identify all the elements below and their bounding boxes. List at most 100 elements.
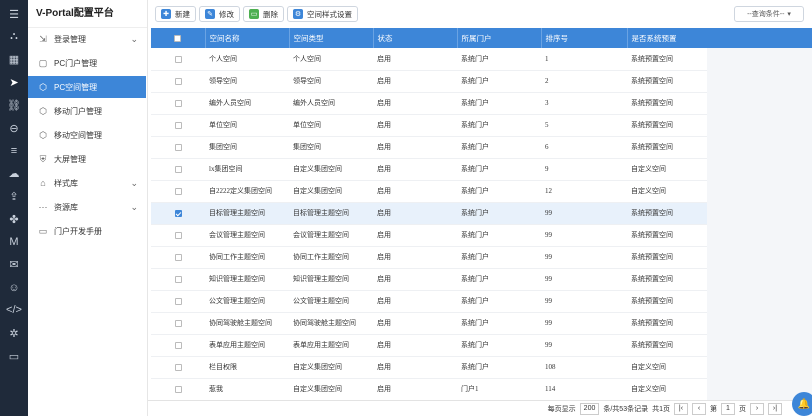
table-row[interactable]: lx集团空间 自定义集团空间 启用 系统门户 9 自定义空间	[151, 158, 707, 181]
checkbox-icon	[174, 99, 182, 107]
row-checkbox[interactable]	[151, 202, 205, 225]
sidebar-item[interactable]: ⛨ 大屏管理	[28, 148, 146, 170]
row-checkbox[interactable]	[151, 268, 205, 291]
send-icon[interactable]: ➤	[0, 71, 28, 93]
table-row[interactable]: 会议管理主题空间 会议管理主题空间 启用 系统门户 99 系统预置空间	[151, 224, 707, 247]
table-row[interactable]: 自2222定义集团空间 自定义集团空间 启用 系统门户 12 自定义空间	[151, 180, 707, 203]
row-checkbox[interactable]	[151, 70, 205, 93]
table-row[interactable]: 协同驾驶舱主题空间 协同驾驶舱主题空间 启用 系统门户 99 系统预置空间	[151, 312, 707, 335]
chevron-down-icon: ▾	[787, 11, 791, 18]
table-cell: 协同驾驶舱主题空间	[205, 312, 289, 335]
sidebar-item[interactable]: ▢ PC门户管理	[28, 52, 146, 74]
cube-icon: ⬡	[39, 81, 47, 92]
column-header[interactable]: 空间类型	[289, 28, 374, 48]
code-icon[interactable]: </>	[0, 299, 28, 321]
sitemap-icon[interactable]: ⛬	[0, 26, 28, 48]
sidebar-item[interactable]: ⋯ 资源库 ⌄	[28, 196, 146, 218]
monitor-icon[interactable]: ▭	[0, 345, 28, 367]
row-checkbox[interactable]	[151, 334, 205, 357]
table-cell: 自定义集团空间	[289, 356, 373, 379]
checkbox-icon	[174, 275, 182, 283]
last-page-button[interactable]: ›|	[768, 402, 782, 415]
sidebar-item[interactable]: ⌂ 样式库 ⌄	[28, 172, 146, 194]
table-cell: 系统预置空间	[627, 334, 707, 357]
robot-icon[interactable]: ☺	[0, 277, 28, 299]
per-page-input[interactable]: 200	[579, 402, 600, 415]
new-icon: ✚	[161, 9, 171, 19]
m-icon[interactable]: M	[0, 231, 28, 253]
sidebar-item[interactable]: ⬡ 移动门户管理	[28, 100, 146, 122]
sidebar-item[interactable]: ▭ 门户开发手册	[28, 220, 146, 242]
column-header[interactable]: 排序号	[541, 28, 628, 48]
table-cell: 会议管理主题空间	[289, 224, 373, 247]
table-cell: 自定义空间	[627, 158, 707, 181]
row-checkbox[interactable]	[151, 378, 205, 400]
minus-circle-icon[interactable]: ⊖	[0, 117, 28, 139]
sidebar-item[interactable]: ⬡ PC空间管理	[28, 76, 146, 98]
table-cell: 3	[541, 92, 627, 115]
sidebar-item[interactable]: ⬡ 移动空间管理	[28, 124, 146, 146]
layout-icon[interactable]: ▦	[0, 49, 28, 71]
layers-icon[interactable]: ≡	[0, 140, 28, 162]
page-number-input[interactable]: 1	[721, 402, 735, 415]
row-checkbox[interactable]	[151, 48, 205, 71]
space-style-button[interactable]: ⚙ 空间样式设置	[287, 6, 358, 22]
new-button[interactable]: ✚ 新建	[155, 6, 196, 22]
prev-page-button[interactable]: ‹	[692, 402, 706, 415]
table-row[interactable]: 惹我 自定义集团空间 启用 门户1 114 自定义空间	[151, 378, 707, 400]
column-header[interactable]: 所属门户	[457, 28, 542, 48]
gear-icon[interactable]: ✲	[0, 322, 28, 344]
row-checkbox[interactable]	[151, 158, 205, 181]
select-all-checkbox[interactable]	[151, 28, 206, 48]
delete-button[interactable]: ▭ 删除	[243, 6, 284, 22]
row-checkbox[interactable]	[151, 312, 205, 335]
dots-icon: ⋯	[38, 201, 48, 212]
table-row[interactable]: 集团空间 集团空间 启用 系统门户 6 系统预置空间	[151, 136, 707, 159]
column-header[interactable]: 状态	[373, 28, 458, 48]
row-checkbox[interactable]	[151, 92, 205, 115]
row-checkbox[interactable]	[151, 246, 205, 269]
table-cell: 表单应用主题空间	[205, 334, 289, 357]
table-cell: 集团空间	[205, 136, 289, 159]
table-row[interactable]: 编外人员空间 编外人员空间 启用 系统门户 3 系统预置空间	[151, 92, 707, 115]
table-cell: 目标管理主题空间	[205, 202, 289, 225]
menu-icon[interactable]: ☰	[0, 3, 28, 25]
bell-icon[interactable]: 🔔	[792, 392, 812, 416]
table-row[interactable]: 目标管理主题空间 目标管理主题空间 启用 系统门户 99 系统预置空间	[151, 202, 707, 225]
app-root: ☰ ⛬ ▦ ➤ ⛓ ⊖ ≡ ☁ ⇪ ✤ M ✉ ☺ </> ✲ ▭ V-Portal配置平台 ⇲ 登录管理 ⌄ ▢ P…	[0, 0, 812, 416]
row-checkbox[interactable]	[151, 114, 205, 137]
table-row[interactable]: 单位空间 单位空间 启用 系统门户 5 系统预置空间	[151, 114, 707, 137]
space-table: 空间名称 空间类型 状态 所属门户 排序号 是否系统预置 个人空间 个人空间 启用系…	[151, 28, 707, 400]
table-cell: 系统门户	[457, 92, 541, 115]
table-row[interactable]: 协同工作主题空间 协同工作主题空间 启用 系统门户 99 系统预置空间	[151, 246, 707, 269]
table-cell: 自定义空间	[627, 356, 707, 379]
column-header[interactable]: 是否系统预置	[627, 28, 707, 48]
table-cell: 99	[541, 202, 627, 225]
table-row[interactable]: 领导空间 领导空间 启用 系统门户 2 系统预置空间	[151, 70, 707, 93]
per-page-label: 每页显示	[547, 405, 576, 413]
cloud-icon[interactable]: ☁	[0, 163, 28, 185]
edit-button[interactable]: ✎ 修改	[199, 6, 240, 22]
table-cell: 编外人员空间	[289, 92, 373, 115]
next-page-button[interactable]: ›	[750, 402, 764, 415]
row-checkbox[interactable]	[151, 290, 205, 313]
table-cell: 启用	[373, 180, 457, 203]
cloud-upload-icon[interactable]: ⇪	[0, 185, 28, 207]
table-row[interactable]: 栏目权限 自定义集团空间 启用 系统门户 108 自定义空间	[151, 356, 707, 379]
link-icon[interactable]: ⛓	[0, 94, 28, 116]
table-row[interactable]: 公文管理主题空间 公文管理主题空间 启用 系统门户 99 系统预置空间	[151, 290, 707, 313]
row-checkbox[interactable]	[151, 180, 205, 203]
table-row[interactable]: 个人空间 个人空间 启用 系统门户 1 系统预置空间	[151, 48, 707, 71]
row-checkbox[interactable]	[151, 224, 205, 247]
row-checkbox[interactable]	[151, 356, 205, 379]
row-checkbox[interactable]	[151, 136, 205, 159]
query-select[interactable]: --查询条件-- ▾	[734, 6, 804, 22]
table-cell: 系统门户	[457, 224, 541, 247]
column-header[interactable]: 空间名称	[205, 28, 290, 48]
grid-icon[interactable]: ✤	[0, 208, 28, 230]
first-page-button[interactable]: |‹	[674, 402, 688, 415]
sidebar-item[interactable]: ⇲ 登录管理 ⌄	[28, 28, 146, 50]
table-row[interactable]: 知识管理主题空间 知识管理主题空间 启用 系统门户 99 系统预置空间	[151, 268, 707, 291]
chat-icon[interactable]: ✉	[0, 254, 28, 276]
table-row[interactable]: 表单应用主题空间 表单应用主题空间 启用 系统门户 99 系统预置空间	[151, 334, 707, 357]
